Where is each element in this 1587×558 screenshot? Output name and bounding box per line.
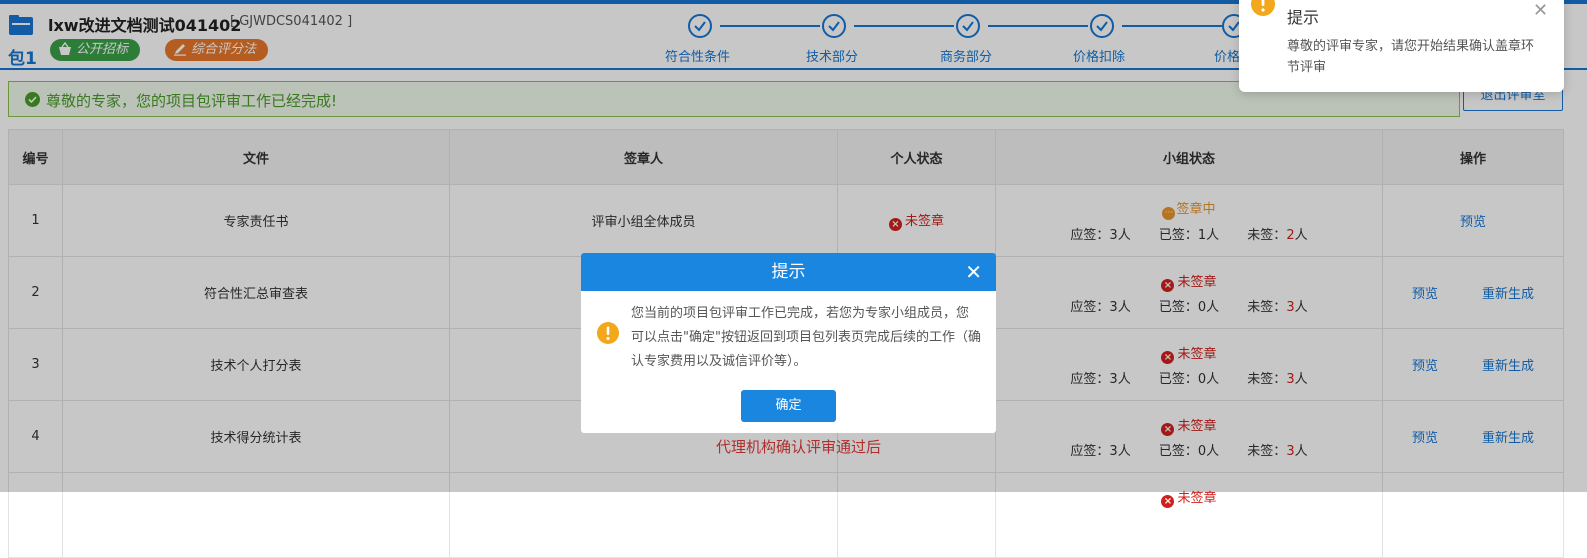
dialog-title: 提示 <box>771 262 806 282</box>
close-icon[interactable]: ✕ <box>965 253 982 291</box>
notification-toast: 提示 ✕ 尊敬的评审专家，请您开始结果确认盖章环节评审 <box>1239 0 1564 92</box>
dialog-header: 提示 ✕ <box>581 253 996 291</box>
dialog-message: 您当前的项目包评审工作已完成，若您为专家小组成员，您可以点击"确定"按钮返回到项… <box>631 306 981 369</box>
error-icon: × <box>1161 495 1175 508</box>
warning-icon <box>1251 0 1275 16</box>
close-icon[interactable]: ✕ <box>1533 0 1548 21</box>
warning-icon <box>597 322 619 344</box>
confirm-button[interactable]: 确定 <box>741 390 836 422</box>
toast-message: 尊敬的评审专家，请您开始结果确认盖章环节评审 <box>1287 39 1535 75</box>
group-status-text: 未签章 <box>1177 491 1217 506</box>
toast-title: 提示 <box>1287 8 1320 27</box>
completion-dialog: 提示 ✕ 您当前的项目包评审工作已完成，若您为专家小组成员，您可以点击"确定"按… <box>581 253 996 433</box>
